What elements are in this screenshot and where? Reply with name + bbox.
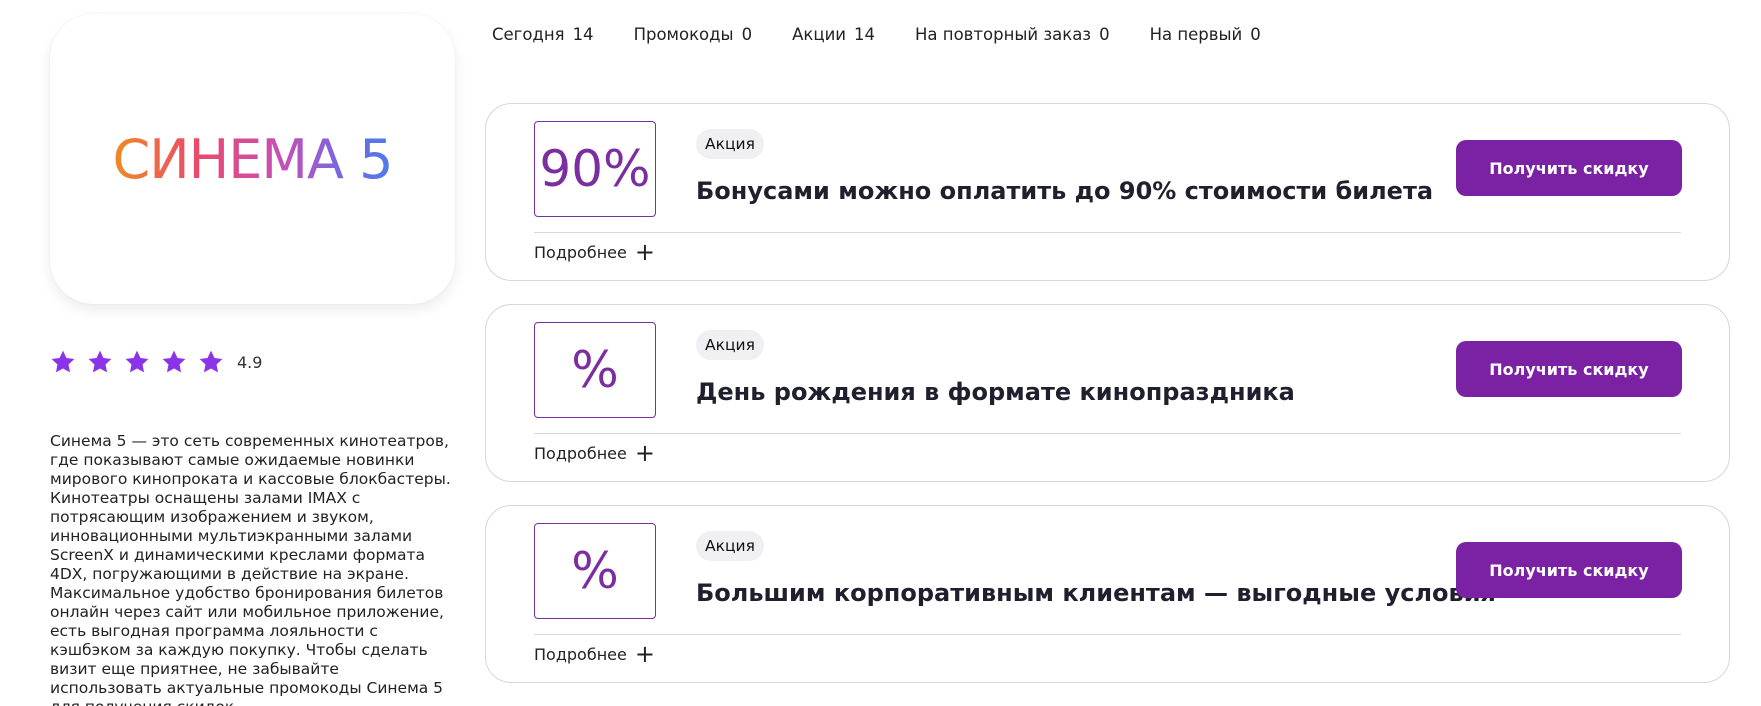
tab-count: 0	[1099, 25, 1110, 44]
offer-tag: Акция	[696, 531, 764, 561]
divider	[534, 433, 1681, 434]
details-toggle[interactable]: Подробнее +	[534, 439, 655, 467]
offer-card: % Акция Большим корпоративным клиентам —…	[485, 505, 1730, 683]
details-label: Подробнее	[534, 644, 627, 664]
details-label: Подробнее	[534, 242, 627, 262]
details-toggle[interactable]: Подробнее +	[534, 640, 655, 668]
offer-tag: Акция	[696, 330, 764, 360]
tab-label: Акции	[792, 25, 847, 44]
tab-today[interactable]: Сегодня 14	[492, 25, 594, 44]
tab-label: На повторный заказ	[915, 25, 1092, 44]
tab-promotions[interactable]: Акции 14	[792, 25, 875, 44]
tab-promocodes[interactable]: Промокоды 0	[634, 25, 753, 44]
details-label: Подробнее	[534, 443, 627, 463]
tab-count: 14	[572, 25, 594, 44]
get-discount-button[interactable]: Получить скидку	[1456, 542, 1682, 598]
tab-count: 14	[854, 25, 876, 44]
filter-tabs: Сегодня 14 Промокоды 0 Акции 14 На повто…	[492, 25, 1301, 44]
get-discount-button[interactable]: Получить скидку	[1456, 140, 1682, 196]
brand-logo-card: СИНЕМА 5	[50, 14, 455, 304]
star-icon	[161, 349, 187, 375]
star-icon	[198, 349, 224, 375]
offer-title: День рождения в формате кинопраздника	[696, 378, 1295, 406]
plus-icon: +	[634, 439, 655, 467]
get-discount-button[interactable]: Получить скидку	[1456, 341, 1682, 397]
offer-card: 90% Акция Бонусами можно оплатить до 90%…	[485, 103, 1730, 281]
discount-badge: %	[534, 322, 656, 418]
brand-description: Синема 5 — это сеть современных кинотеат…	[50, 432, 451, 706]
offer-title: Бонусами можно оплатить до 90% стоимости…	[696, 177, 1434, 205]
star-icon	[124, 349, 150, 375]
tab-label: Сегодня	[492, 25, 565, 44]
divider	[534, 232, 1681, 233]
tab-first-order[interactable]: На первый 0	[1150, 25, 1261, 44]
offer-card: % Акция День рождения в формате кинопраз…	[485, 304, 1730, 482]
offer-title: Большим корпоративным клиентам — выгодны…	[696, 579, 1496, 607]
brand-logo: СИНЕМА 5	[112, 127, 394, 191]
offer-tag: Акция	[696, 129, 764, 159]
star-icon	[50, 349, 76, 375]
offer-list: 90% Акция Бонусами можно оплатить до 90%…	[485, 103, 1730, 706]
rating: 4.9	[50, 349, 262, 375]
discount-badge: %	[534, 523, 656, 619]
tab-count: 0	[741, 25, 753, 44]
tab-label: Промокоды	[633, 25, 734, 44]
tab-repeat-order[interactable]: На повторный заказ 0	[915, 25, 1110, 44]
tab-count: 0	[1250, 25, 1261, 44]
tab-label: На первый	[1149, 25, 1243, 44]
plus-icon: +	[634, 238, 655, 266]
discount-badge: 90%	[534, 121, 656, 217]
divider	[534, 634, 1681, 635]
star-icon	[87, 349, 113, 375]
plus-icon: +	[634, 640, 655, 668]
details-toggle[interactable]: Подробнее +	[534, 238, 655, 266]
rating-value: 4.9	[237, 352, 263, 372]
